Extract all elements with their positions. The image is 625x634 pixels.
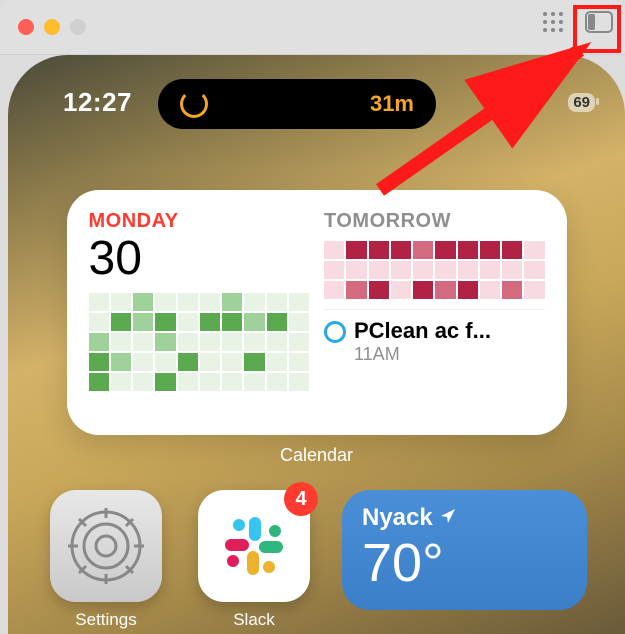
today-label: MONDAY	[89, 210, 310, 233]
app-label: Slack	[233, 610, 275, 630]
calendar-widget[interactable]: MONDAY 30 TOMORROW PClean ac f...	[67, 190, 567, 435]
redacted-events-tomorrow	[324, 241, 545, 301]
app-label: Settings	[75, 610, 136, 630]
settings-icon	[50, 490, 162, 602]
tomorrow-label: TOMORROW	[324, 210, 545, 233]
close-window-button[interactable]	[18, 19, 34, 35]
minimize-window-button[interactable]	[44, 19, 60, 35]
today-date: 30	[89, 235, 310, 283]
weather-location: Nyack	[362, 504, 433, 532]
dialpad-icon[interactable]	[541, 10, 565, 34]
status-time: 12:27	[63, 87, 132, 118]
notification-badge: 4	[284, 482, 318, 516]
redacted-events-today	[89, 293, 310, 393]
event-title: PClean ac f...	[354, 318, 491, 344]
widget-label: Calendar	[8, 445, 625, 466]
event-time: 11AM	[354, 344, 491, 365]
tomorrow-event[interactable]: PClean ac f... 11AM	[324, 309, 545, 365]
slack-app[interactable]: 4 Slack	[194, 490, 314, 630]
traffic-lights	[18, 19, 86, 35]
reminder-circle-icon	[324, 321, 346, 343]
weather-widget[interactable]: Nyack 70°	[342, 490, 587, 610]
timer-spinner-icon	[180, 90, 208, 118]
settings-app[interactable]: Settings	[46, 490, 166, 630]
maximize-window-button[interactable]	[70, 19, 86, 35]
weather-temperature: 70°	[362, 536, 567, 590]
location-arrow-icon	[439, 504, 457, 532]
annotation-arrow	[370, 40, 620, 200]
home-apps-row: Settings 4 Slack Nyack	[8, 466, 625, 630]
annotation-highlight-box	[573, 5, 621, 53]
